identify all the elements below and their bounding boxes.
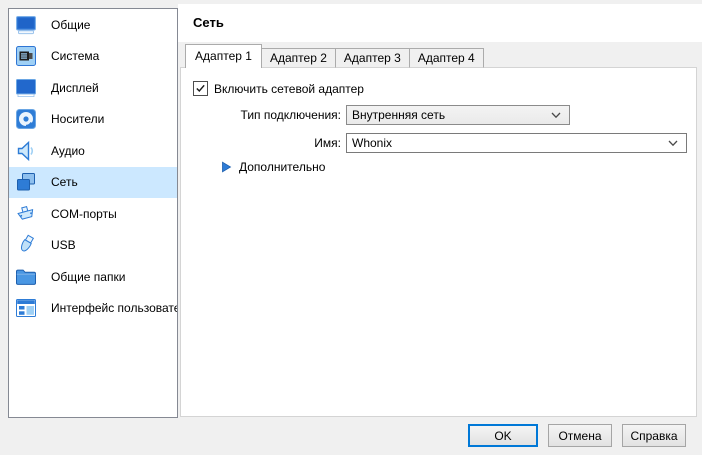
sidebar-item-9[interactable]: Интерфейс пользователя [9, 293, 177, 325]
display-icon [14, 76, 38, 100]
page-title: Сеть [193, 4, 224, 42]
cancel-button[interactable]: Отмена [548, 424, 612, 447]
page-header: Сеть [178, 4, 702, 42]
serial-ports-icon [14, 202, 38, 226]
attachment-type-label: Тип подключения: [191, 105, 341, 125]
system-icon [14, 44, 38, 68]
sidebar-item-0[interactable]: Общие [9, 9, 177, 41]
tab-adapter-3[interactable]: Адаптер 3 [335, 48, 410, 68]
sidebar-item-label: Носители [51, 112, 104, 126]
advanced-label: Дополнительно [239, 158, 325, 176]
attachment-type-value: Внутренняя сеть [352, 108, 445, 122]
tab-adapter-4[interactable]: Адаптер 4 [409, 48, 484, 68]
settings-category-list: Общие Система Дисплей Носители Аудио Сеть COM-… [8, 8, 178, 418]
adapter-tabbar: Адаптер 1Адаптер 2Адаптер 3Адаптер 4 [185, 44, 483, 68]
adapter-settings-panel: Включить сетевой адаптер Тип подключения… [180, 67, 697, 417]
tab-adapter-1[interactable]: Адаптер 1 [185, 44, 262, 68]
sidebar-item-8[interactable]: Общие папки [9, 261, 177, 293]
sidebar-item-label: Общие [51, 18, 90, 32]
sidebar-item-label: Аудио [51, 144, 85, 158]
sidebar-item-label: Дисплей [51, 81, 99, 95]
storage-icon [14, 107, 38, 131]
general-icon [14, 13, 38, 37]
sidebar-item-7[interactable]: USB [9, 230, 177, 262]
network-name-label: Имя: [191, 133, 341, 153]
network-name-combobox[interactable]: Whonix [346, 133, 687, 153]
chevron-down-icon [668, 140, 678, 147]
sidebar-item-label: Система [51, 49, 99, 63]
enable-adapter-label: Включить сетевой адаптер [214, 82, 364, 96]
help-button[interactable]: Справка [622, 424, 686, 447]
shared-folders-icon [14, 265, 38, 289]
enable-adapter-checkbox[interactable] [193, 81, 208, 96]
sidebar-item-label: Общие папки [51, 270, 125, 284]
usb-icon [14, 233, 38, 257]
tab-adapter-2[interactable]: Адаптер 2 [261, 48, 336, 68]
enable-adapter-row: Включить сетевой адаптер [193, 81, 364, 96]
disclosure-arrow-icon [221, 161, 232, 173]
network-name-value: Whonix [352, 136, 392, 150]
sidebar-item-label: Сеть [51, 175, 78, 189]
sidebar-item-3[interactable]: Носители [9, 104, 177, 136]
attachment-type-select[interactable]: Внутренняя сеть [346, 105, 570, 125]
sidebar-item-label: Интерфейс пользователя [51, 301, 178, 315]
sidebar-item-2[interactable]: Дисплей [9, 72, 177, 104]
checkmark-icon [195, 83, 206, 94]
sidebar-item-label: COM-порты [51, 207, 117, 221]
sidebar-item-label: USB [51, 238, 76, 252]
user-interface-icon [14, 296, 38, 320]
audio-icon [14, 139, 38, 163]
sidebar-item-6[interactable]: COM-порты [9, 198, 177, 230]
advanced-toggle[interactable]: Дополнительно [221, 158, 325, 176]
sidebar-item-1[interactable]: Система [9, 41, 177, 73]
chevron-down-icon [551, 112, 561, 119]
sidebar-item-4[interactable]: Аудио [9, 135, 177, 167]
ok-button[interactable]: OK [468, 424, 538, 447]
network-icon [14, 170, 38, 194]
sidebar-item-5[interactable]: Сеть [9, 167, 177, 199]
